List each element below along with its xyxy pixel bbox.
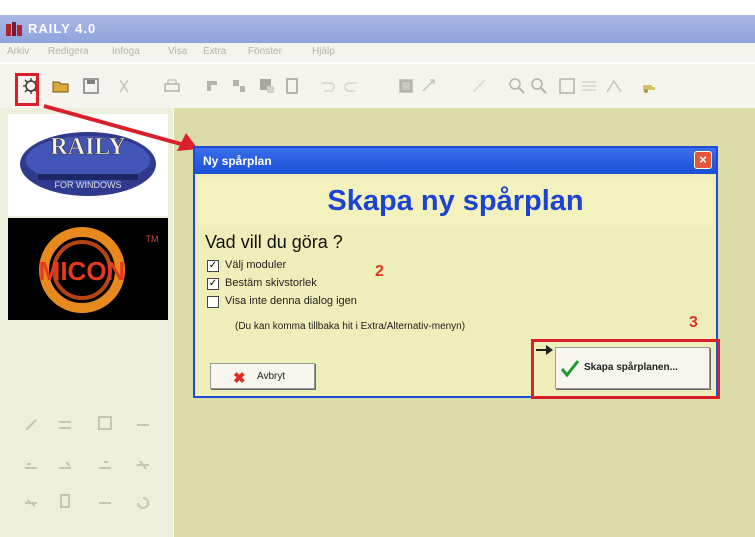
create-trackplan-button[interactable]: Skapa spårplanen... — [555, 347, 710, 389]
micon-logo-text: MICON — [39, 256, 126, 286]
raily-app-icon — [6, 22, 22, 36]
menu-arkiv[interactable]: Arkiv — [7, 46, 29, 57]
option-label: Bestäm skivstorlek — [225, 277, 317, 289]
menu-hjalp[interactable]: Hjälp — [312, 46, 335, 57]
dialog-note: (Du kan komma tillbaka hit i Extra/Alter… — [235, 321, 466, 332]
app-window: RAILY 4.0 Arkiv Redigera Infoga Visa Ext… — [0, 0, 755, 537]
dialog-title: Ny spårplan — [203, 154, 272, 168]
raily-logo-subtext: FOR WINDOWS — [55, 180, 122, 190]
zoom-out-icon[interactable] — [530, 77, 548, 95]
cancel-x-icon: ✖ — [233, 370, 246, 387]
train-icon[interactable] — [640, 77, 658, 95]
panel-parallel-icon[interactable] — [58, 418, 72, 432]
zoom-fit-icon[interactable] — [558, 77, 576, 95]
panel-end-icon[interactable] — [98, 496, 112, 510]
micon-tm: TM — [146, 234, 159, 244]
cancel-button[interactable]: ✖ Avbryt — [210, 363, 315, 389]
menu-extra[interactable]: Extra — [203, 46, 226, 57]
panel-block-icon[interactable] — [58, 494, 72, 508]
callout-step2: 2 — [375, 263, 384, 280]
dialog-header: Skapa ny spårplan — [198, 177, 713, 225]
panel-buffer-icon[interactable] — [136, 418, 150, 432]
cancel-label: Avbryt — [257, 371, 286, 382]
height-profile-icon[interactable] — [605, 77, 623, 95]
create-label: Skapa spårplanen... — [584, 362, 678, 373]
menu-bar: Arkiv Redigera Infoga Visa Extra Fönster… — [0, 43, 755, 62]
line-tool-icon[interactable] — [470, 77, 488, 95]
pointer-arrow-icon — [536, 345, 553, 355]
track-tool-icon-2[interactable] — [230, 77, 248, 95]
redo-icon[interactable] — [343, 77, 361, 95]
menu-fonster[interactable]: Fönster — [248, 46, 282, 57]
window-title: RAILY 4.0 — [28, 21, 97, 36]
check-icon — [560, 360, 580, 378]
toolbar — [0, 64, 755, 109]
panel-switch-icon[interactable] — [98, 416, 112, 430]
title-bar: RAILY 4.0 — [0, 15, 755, 43]
panel-curve-icon-2[interactable] — [58, 458, 72, 472]
panel-cross-icon[interactable] — [136, 458, 150, 472]
menu-visa[interactable]: Visa — [168, 46, 187, 57]
micon-logo: MICON TM — [8, 218, 168, 320]
open-folder-icon[interactable] — [52, 77, 70, 95]
dialog-title-bar: Ny spårplan × — [195, 148, 716, 174]
option-label: Välj moduler — [225, 259, 287, 271]
menu-redigera[interactable]: Redigera — [48, 46, 89, 57]
undo-icon[interactable] — [318, 77, 336, 95]
track-tool-icon-1[interactable] — [205, 77, 223, 95]
raily-logo: RAILY FOR WINDOWS — [8, 114, 168, 216]
module-tool-icon[interactable] — [397, 77, 415, 95]
panel-curve-icon-3[interactable] — [98, 458, 112, 472]
option-label: Visa inte denna dialog igen — [225, 295, 357, 307]
panel-turnout-icon[interactable] — [24, 496, 38, 510]
panel-straight-icon[interactable] — [24, 418, 38, 432]
checkbox-dont-show-again[interactable] — [207, 296, 219, 308]
track-tool-icon-3[interactable] — [258, 77, 276, 95]
close-icon[interactable]: × — [694, 151, 712, 169]
zoom-in-icon[interactable] — [508, 77, 526, 95]
step1-highlight — [15, 73, 39, 106]
track-tool-icon-4[interactable] — [283, 77, 301, 95]
checkbox-choose-modules[interactable]: ✓ — [207, 260, 219, 272]
checkbox-board-size[interactable]: ✓ — [207, 278, 219, 290]
connect-tool-icon[interactable] — [420, 77, 438, 95]
menu-infoga[interactable]: Infoga — [112, 46, 140, 57]
dialog-question: Vad vill du göra ? — [205, 232, 343, 252]
cut-icon[interactable] — [115, 77, 133, 95]
print-icon[interactable] — [163, 77, 181, 95]
dialog-header-text: Skapa ny spårplan — [327, 185, 584, 217]
save-icon[interactable] — [82, 77, 100, 95]
panel-curve-icon-1[interactable] — [24, 458, 38, 472]
module-panel: RAILY FOR WINDOWS MICON TM — [0, 108, 173, 537]
panel-spiral-icon[interactable] — [136, 496, 150, 510]
raily-logo-text: RAILY — [50, 134, 125, 160]
callout-step3: 3 — [689, 314, 698, 331]
grid-icon[interactable] — [580, 77, 598, 95]
